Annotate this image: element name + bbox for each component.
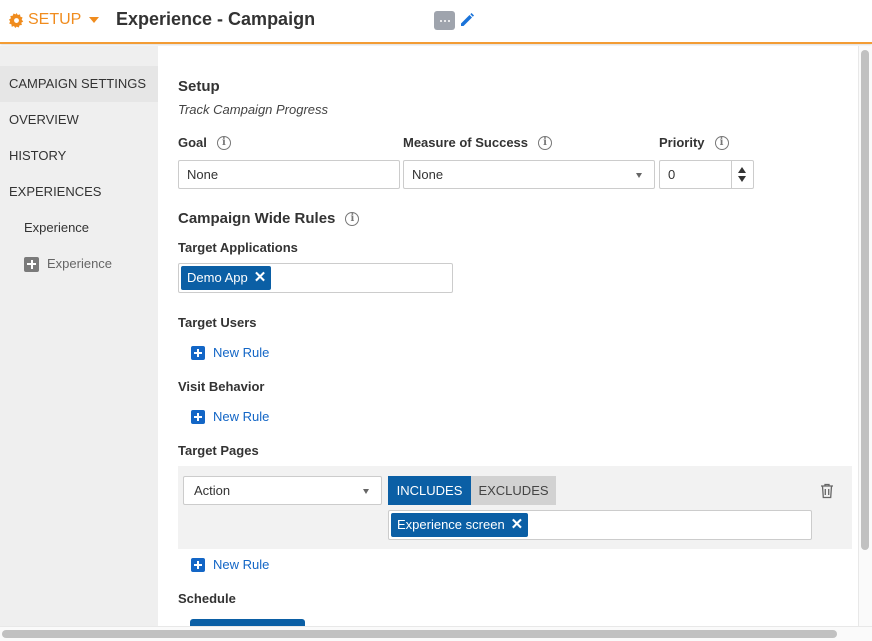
- app-window: SETUP Experience - Campaign CAMPAIGN SET…: [0, 0, 872, 641]
- more-dots-icon[interactable]: [434, 11, 455, 30]
- vertical-scroll-thumb[interactable]: [861, 50, 869, 550]
- schedule-button[interactable]: [190, 619, 305, 626]
- info-icon[interactable]: i: [216, 135, 231, 150]
- measure-label: Measure of Success: [403, 135, 529, 150]
- setup-label: SETUP: [28, 11, 82, 28]
- page-rule-tag-input[interactable]: Experience screen ✕: [388, 510, 812, 540]
- plus-icon: [191, 409, 205, 424]
- sidebar-item-experiences[interactable]: EXPERIENCES: [0, 174, 158, 210]
- setup-subtitle: Track Campaign Progress: [178, 102, 329, 117]
- schedule-label: Schedule: [178, 591, 236, 606]
- new-rule-label: New Rule: [213, 409, 270, 424]
- main-content: Setup Track Campaign Progress Goal i Non…: [158, 46, 858, 626]
- chevron-down-icon: [636, 173, 642, 178]
- add-experience-item[interactable]: Experience: [0, 246, 158, 282]
- setup-heading: Setup: [178, 78, 220, 95]
- trash-icon[interactable]: [820, 483, 834, 499]
- add-experience-label: Experience: [47, 256, 113, 271]
- info-icon[interactable]: i: [345, 211, 360, 226]
- info-icon[interactable]: i: [714, 135, 729, 150]
- sidebar-item-experience[interactable]: Experience: [0, 210, 158, 246]
- close-icon[interactable]: ✕: [254, 266, 267, 290]
- target-users-label: Target Users: [178, 315, 257, 330]
- plus-icon: [191, 557, 205, 572]
- sidebar-item-campaign-settings[interactable]: CAMPAIGN SETTINGS: [0, 66, 158, 102]
- page-title: Experience - Campaign: [116, 9, 316, 29]
- gear-icon: [9, 12, 24, 28]
- priority-value: 0: [668, 167, 676, 182]
- sidebar-item-overview[interactable]: OVERVIEW: [0, 102, 158, 138]
- close-icon[interactable]: ✕: [511, 513, 524, 537]
- measure-label-row: Measure of Success i: [403, 135, 553, 150]
- goal-label: Goal: [178, 135, 207, 150]
- chevron-down-icon: [89, 17, 100, 23]
- visit-behavior-label: Visit Behavior: [178, 379, 265, 394]
- plus-icon: [24, 256, 39, 272]
- campaign-rules-heading: Campaign Wide Rules: [178, 210, 336, 227]
- excludes-toggle[interactable]: EXCLUDES: [471, 476, 556, 505]
- goal-input[interactable]: None: [178, 160, 400, 189]
- priority-label: Priority: [659, 135, 705, 150]
- target-apps-input[interactable]: Demo App ✕: [178, 263, 453, 293]
- includes-toggle[interactable]: INCLUDES: [388, 476, 471, 505]
- target-apps-label: Target Applications: [178, 240, 298, 255]
- measure-select-value: None: [412, 167, 444, 182]
- visit-behavior-new-rule[interactable]: New Rule: [191, 409, 269, 424]
- horizontal-scrollbar[interactable]: [0, 626, 872, 641]
- target-pages-label: Target Pages: [178, 443, 259, 458]
- rules-heading-row: Campaign Wide Rules i: [178, 210, 360, 227]
- horizontal-scroll-thumb[interactable]: [2, 630, 837, 638]
- app-tag: Demo App ✕: [181, 266, 272, 290]
- app-tag-label: Demo App: [187, 270, 248, 285]
- page-rule-type-value: Action: [194, 483, 231, 498]
- sidebar-item-history[interactable]: HISTORY: [0, 138, 158, 174]
- setup-menu-button[interactable]: SETUP: [9, 10, 100, 30]
- target-users-new-rule[interactable]: New Rule: [191, 345, 269, 360]
- plus-icon: [191, 345, 205, 360]
- top-header: SETUP Experience - Campaign: [0, 0, 872, 44]
- priority-stepper[interactable]: 0: [659, 160, 754, 189]
- vertical-scrollbar[interactable]: [858, 46, 872, 626]
- new-rule-label: New Rule: [213, 557, 270, 572]
- measure-select[interactable]: None: [403, 160, 655, 189]
- info-icon[interactable]: i: [538, 135, 553, 150]
- target-pages-new-rule[interactable]: New Rule: [191, 557, 269, 572]
- new-rule-label: New Rule: [213, 345, 270, 360]
- page-tag-label: Experience screen: [397, 517, 505, 532]
- chevron-down-icon: [363, 489, 369, 494]
- page-rule-type-select[interactable]: Action: [183, 476, 382, 505]
- sidebar: CAMPAIGN SETTINGS OVERVIEW HISTORY EXPER…: [0, 46, 158, 626]
- goal-label-row: Goal i: [178, 135, 231, 150]
- page-tag: Experience screen ✕: [391, 513, 529, 537]
- pencil-icon[interactable]: [459, 12, 475, 28]
- stepper-arrows-icon[interactable]: [731, 161, 753, 188]
- priority-label-row: Priority i: [659, 135, 729, 150]
